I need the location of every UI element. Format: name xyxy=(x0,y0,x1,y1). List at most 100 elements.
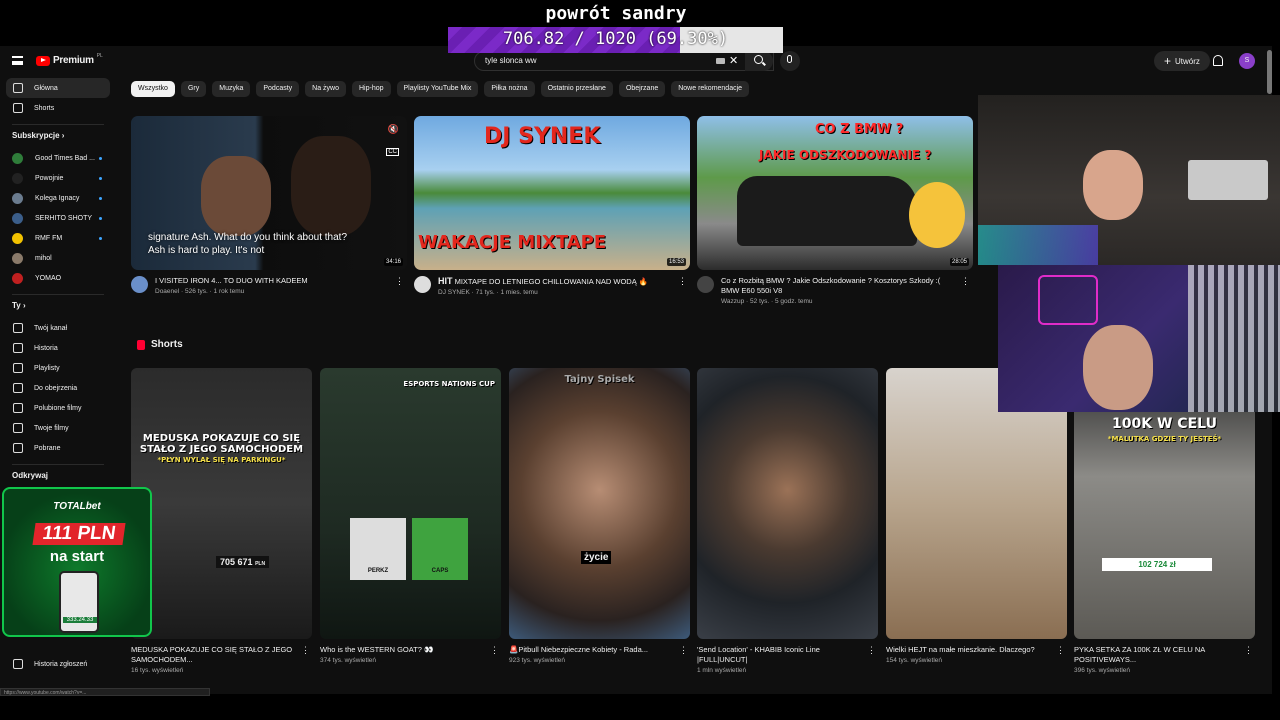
sidebar-item[interactable]: YOMAO xyxy=(6,268,110,288)
filter-chip[interactable]: Playlisty YouTube Mix xyxy=(396,81,479,97)
filter-chip[interactable]: Muzyka xyxy=(212,81,251,97)
short-thumbnail[interactable]: ESPORTS NATIONS CUP PERKZ CAPS xyxy=(320,368,501,639)
microphone-icon xyxy=(787,55,792,63)
sidebar-item[interactable]: SERHITO SHOTY xyxy=(6,208,110,228)
short-card[interactable]: Wielki HEJT na małe mieszkanie. Dlaczego… xyxy=(886,368,1067,664)
short-card[interactable]: Tajny Spisek życie 🚨Pitbull Niebezpieczn… xyxy=(509,368,690,664)
more-actions-icon[interactable]: ⋮ xyxy=(1056,645,1065,656)
search-button[interactable] xyxy=(745,51,773,71)
sidebar-item[interactable]: mihol xyxy=(6,248,110,268)
short-views: 396 tys. wyświetleń xyxy=(1074,667,1130,674)
promo-brand: TOTALbet xyxy=(53,501,101,512)
channel-avatar[interactable] xyxy=(414,276,431,293)
video-card[interactable]: DJ SYNEK WAKACJE MIXTAPE 16:53 HIT MIXTA… xyxy=(414,116,690,310)
sidebar-item[interactable]: Do obejrzenia xyxy=(6,378,110,398)
channel-name[interactable]: DJ SYNEK xyxy=(438,289,470,296)
person-image xyxy=(201,156,271,236)
filter-chip[interactable]: Gry xyxy=(180,81,207,97)
sidebar-item[interactable]: RMF FM xyxy=(6,228,110,248)
keyboard-icon[interactable] xyxy=(716,58,725,64)
video-title[interactable]: I VISITED IRON 4... TO DUO WITH KADEEM xyxy=(155,276,391,286)
more-actions-icon[interactable]: ⋮ xyxy=(867,645,876,656)
more-actions-icon[interactable]: ⋮ xyxy=(395,276,404,287)
youtube-logo[interactable]: Premium PL xyxy=(36,53,103,66)
filter-chip[interactable]: Nowe rekomendacje xyxy=(671,81,750,97)
filter-chip[interactable]: Hip-hop xyxy=(352,81,391,97)
new-content-dot xyxy=(99,237,102,240)
video-card[interactable]: signature Ash. What do you think about t… xyxy=(131,116,407,310)
video-thumbnail[interactable]: DJ SYNEK WAKACJE MIXTAPE 16:53 xyxy=(414,116,690,270)
sidebar-divider xyxy=(12,124,104,125)
sidebar-item-report-history[interactable]: Historia zgłoszeń xyxy=(6,654,116,674)
create-button[interactable]: + Utwórz xyxy=(1154,51,1210,71)
more-actions-icon[interactable]: ⋮ xyxy=(301,645,310,656)
more-actions-icon[interactable]: ⋮ xyxy=(1244,645,1253,656)
sidebar-item-label: YOMAO xyxy=(35,274,62,282)
subscriptions-heading[interactable]: Subskrypcje › xyxy=(12,131,104,145)
sidebar-divider xyxy=(12,464,104,465)
short-card[interactable]: 100K W CELU *MALUTKA GDZIE TY JESTEŚ* 10… xyxy=(1074,368,1255,674)
sponsor-promo[interactable]: TOTALbet 111 PLN na start 333.24.33 xyxy=(2,487,152,637)
sidebar-item[interactable]: Kolega Ignacy xyxy=(6,188,110,208)
short-thumbnail[interactable]: Tajny Spisek życie xyxy=(509,368,690,639)
more-actions-icon[interactable]: ⋮ xyxy=(678,276,687,287)
short-title[interactable]: 🚨Pitbull Niebezpieczne Kobiety - Rada... xyxy=(509,645,674,655)
channel-avatar xyxy=(12,272,23,284)
voice-search-button[interactable] xyxy=(780,51,800,71)
filter-chip[interactable]: Na żywo xyxy=(305,81,346,97)
channel-name[interactable]: Wazzup xyxy=(721,298,744,305)
short-card[interactable]: MEDUSKA POKAZUJE CO SIĘ STAŁO Z JEGO SAM… xyxy=(131,368,312,674)
filter-chip[interactable]: Piłka nożna xyxy=(484,81,535,97)
account-avatar[interactable]: S xyxy=(1239,53,1255,69)
filter-chip[interactable]: Obejrzane xyxy=(618,81,666,97)
sidebar-item[interactable]: Good Times Bad ... xyxy=(6,148,110,168)
video-thumbnail[interactable]: CO Z BMW ? JAKIE ODSZKODOWANIE ? 28:05 xyxy=(697,116,973,270)
more-actions-icon[interactable]: ⋮ xyxy=(679,645,688,656)
sidebar-item[interactable]: Polubione filmy xyxy=(6,398,110,418)
thumbnail-title: CO Z BMW ? xyxy=(815,122,904,137)
short-title[interactable]: MEDUSKA POKAZUJE CO SIĘ STAŁO Z JEGO SAM… xyxy=(131,645,296,665)
short-card[interactable]: 'Send Location' - KHABIB Iconic Line |FU… xyxy=(697,368,878,674)
short-title[interactable]: 'Send Location' - KHABIB Iconic Line |FU… xyxy=(697,645,862,665)
new-content-dot xyxy=(99,177,102,180)
sidebar-item[interactable]: Twój kanał xyxy=(6,318,110,338)
short-thumbnail[interactable]: MEDUSKA POKAZUJE CO SIĘ STAŁO Z JEGO SAM… xyxy=(131,368,312,639)
sidebar-item[interactable]: Shorts xyxy=(6,98,110,118)
notifications-bell-icon[interactable] xyxy=(1213,55,1223,66)
sidebar-item[interactable]: Twoje filmy xyxy=(6,418,110,438)
sidebar-item-label: mihol xyxy=(35,254,52,262)
channel-name[interactable]: Doaenel xyxy=(155,288,179,295)
sidebar-item[interactable]: Historia xyxy=(6,338,110,358)
short-thumbnail[interactable] xyxy=(697,368,878,639)
short-title[interactable]: PYKA SETKA ZA 100K ZŁ W CELU NA POSITIVE… xyxy=(1074,645,1239,665)
short-overlay-title: Tajny Spisek xyxy=(564,374,635,385)
more-actions-icon[interactable]: ⋮ xyxy=(961,276,970,287)
sidebar-item[interactable]: Powojnie xyxy=(6,168,110,188)
more-actions-icon[interactable]: ⋮ xyxy=(490,645,499,656)
short-title[interactable]: Who is the WESTERN GOAT? 👀 xyxy=(320,645,485,655)
short-title[interactable]: Wielki HEJT na małe mieszkanie. Dlaczego… xyxy=(886,645,1051,655)
video-title[interactable]: HIT MIXTAPE DO LETNIEGO CHILLOWANIA NAD … xyxy=(438,276,674,287)
filter-chip[interactable]: Podcasty xyxy=(256,81,300,97)
status-bar-url: https://www.youtube.com/watch?v=... xyxy=(0,688,210,696)
you-heading[interactable]: Ty › xyxy=(12,301,104,315)
video-title[interactable]: Co z Rozbitą BMW ? Jakie Odszkodowanie ?… xyxy=(721,276,957,296)
channel-avatar[interactable] xyxy=(131,276,148,293)
sidebar-item[interactable]: Pobrane xyxy=(6,438,110,458)
mute-icon[interactable]: 🔇 xyxy=(388,124,399,135)
short-card[interactable]: ESPORTS NATIONS CUP PERKZ CAPS Who is th… xyxy=(320,368,501,664)
video-thumbnail[interactable]: signature Ash. What do you think about t… xyxy=(131,116,407,270)
channel-avatar xyxy=(12,152,23,164)
video-card[interactable]: CO Z BMW ? JAKIE ODSZKODOWANIE ? 28:05 C… xyxy=(697,116,973,310)
plus-icon: + xyxy=(1164,54,1172,68)
filter-chip[interactable]: Ostatnio przesłane xyxy=(540,81,613,97)
scrollbar[interactable] xyxy=(1267,50,1272,94)
person-image xyxy=(1083,325,1153,410)
captions-icon[interactable]: CC xyxy=(386,148,399,156)
sidebar-item[interactable]: Główna xyxy=(6,78,110,98)
channel-avatar[interactable] xyxy=(697,276,714,293)
sidebar-item[interactable]: Playlisty xyxy=(6,358,110,378)
filter-chip[interactable]: Wszystko xyxy=(131,81,175,97)
clear-icon[interactable]: ✕ xyxy=(729,54,738,67)
menu-icon[interactable] xyxy=(12,56,23,65)
